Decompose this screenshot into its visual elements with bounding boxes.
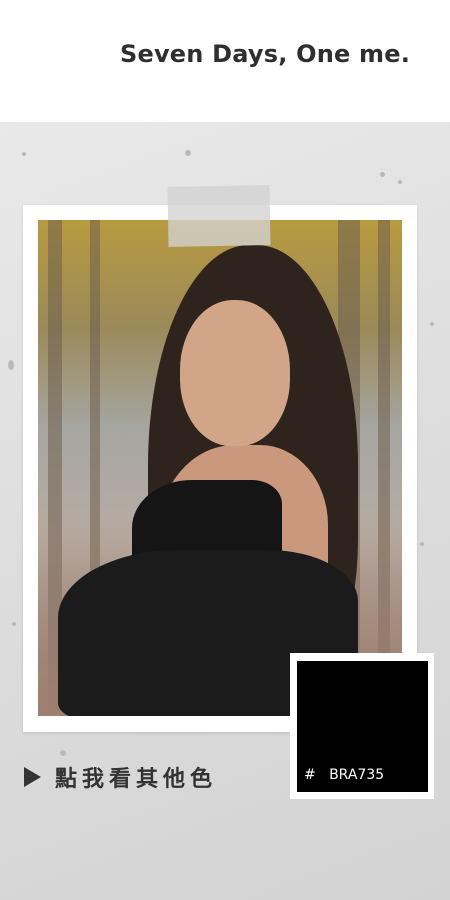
page-title: Seven Days, One me. [120,40,411,68]
tape-strip [167,185,271,247]
swatch-code: # BRA735 [304,767,385,783]
model-face [180,300,290,446]
product-photo [38,220,402,716]
play-triangle-icon [24,767,41,787]
speck [22,152,26,156]
speck [12,622,16,626]
speck [8,360,14,370]
speck [185,150,191,156]
speck [430,322,434,326]
other-colors-link[interactable]: 點我看其他色 [24,761,217,793]
speck [398,180,402,184]
header: Seven Days, One me. [0,0,450,122]
speck [420,542,424,546]
speck [380,172,385,177]
other-colors-label: 點我看其他色 [55,767,218,792]
speck [60,750,66,756]
